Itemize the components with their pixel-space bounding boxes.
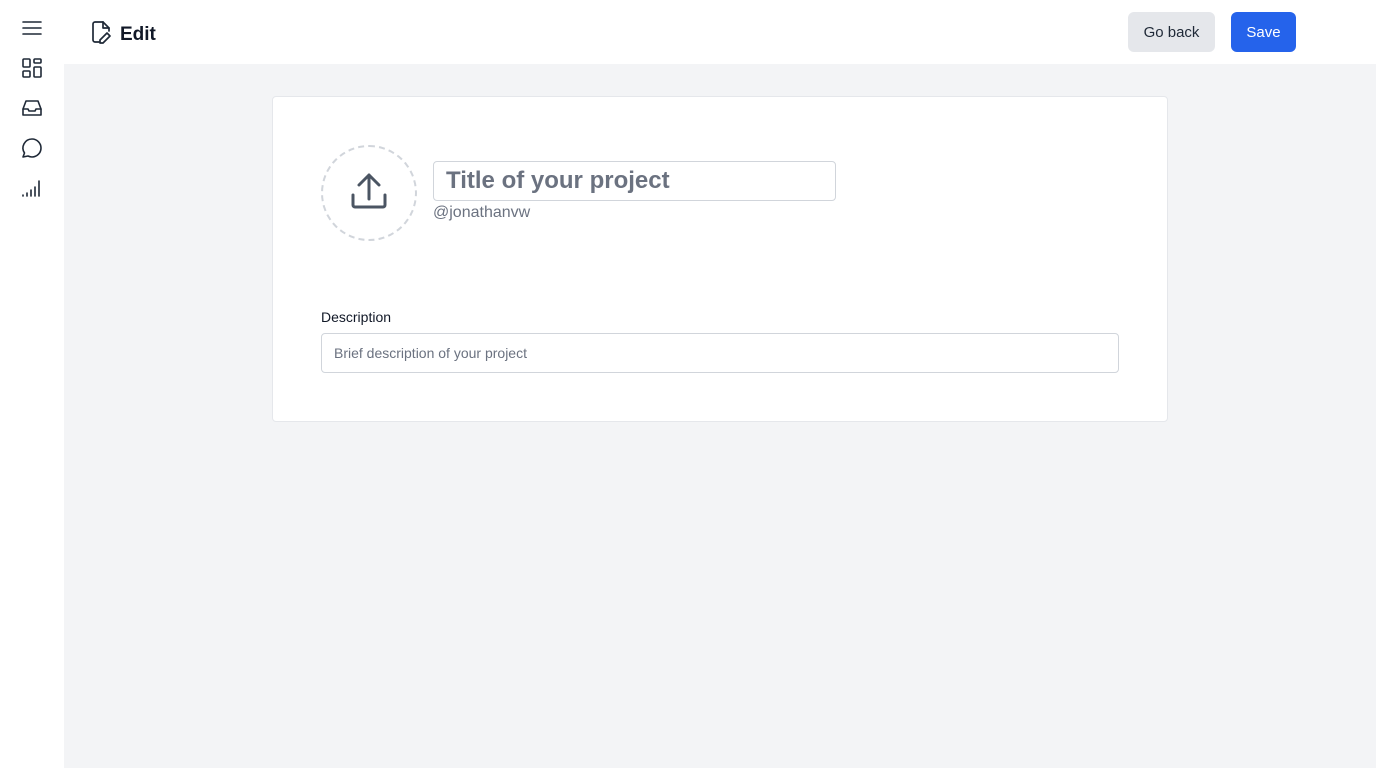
username: @jonathanvw	[433, 204, 531, 221]
description-label: Description	[321, 309, 392, 325]
upload-icon	[347, 169, 391, 218]
project-form-card: @jonathanvw Description	[272, 96, 1168, 422]
menu-icon[interactable]	[20, 16, 44, 40]
go-back-button[interactable]: Go back	[1128, 12, 1215, 52]
image-upload-button[interactable]	[321, 145, 417, 241]
project-title-input[interactable]	[433, 161, 836, 201]
save-button[interactable]: Save	[1231, 12, 1296, 52]
dashboard-icon[interactable]	[20, 56, 44, 80]
main-content: @jonathanvw Description	[64, 64, 1376, 768]
inbox-icon[interactable]	[20, 96, 44, 120]
description-input[interactable]	[321, 333, 1119, 373]
document-edit-icon	[90, 20, 112, 49]
page-title: Edit	[120, 23, 156, 45]
page-header: Edit	[90, 20, 156, 49]
top-bar: Edit Go back Save	[64, 0, 1376, 64]
sidebar	[0, 0, 64, 768]
signal-icon[interactable]	[20, 176, 44, 200]
chat-icon[interactable]	[20, 136, 44, 160]
